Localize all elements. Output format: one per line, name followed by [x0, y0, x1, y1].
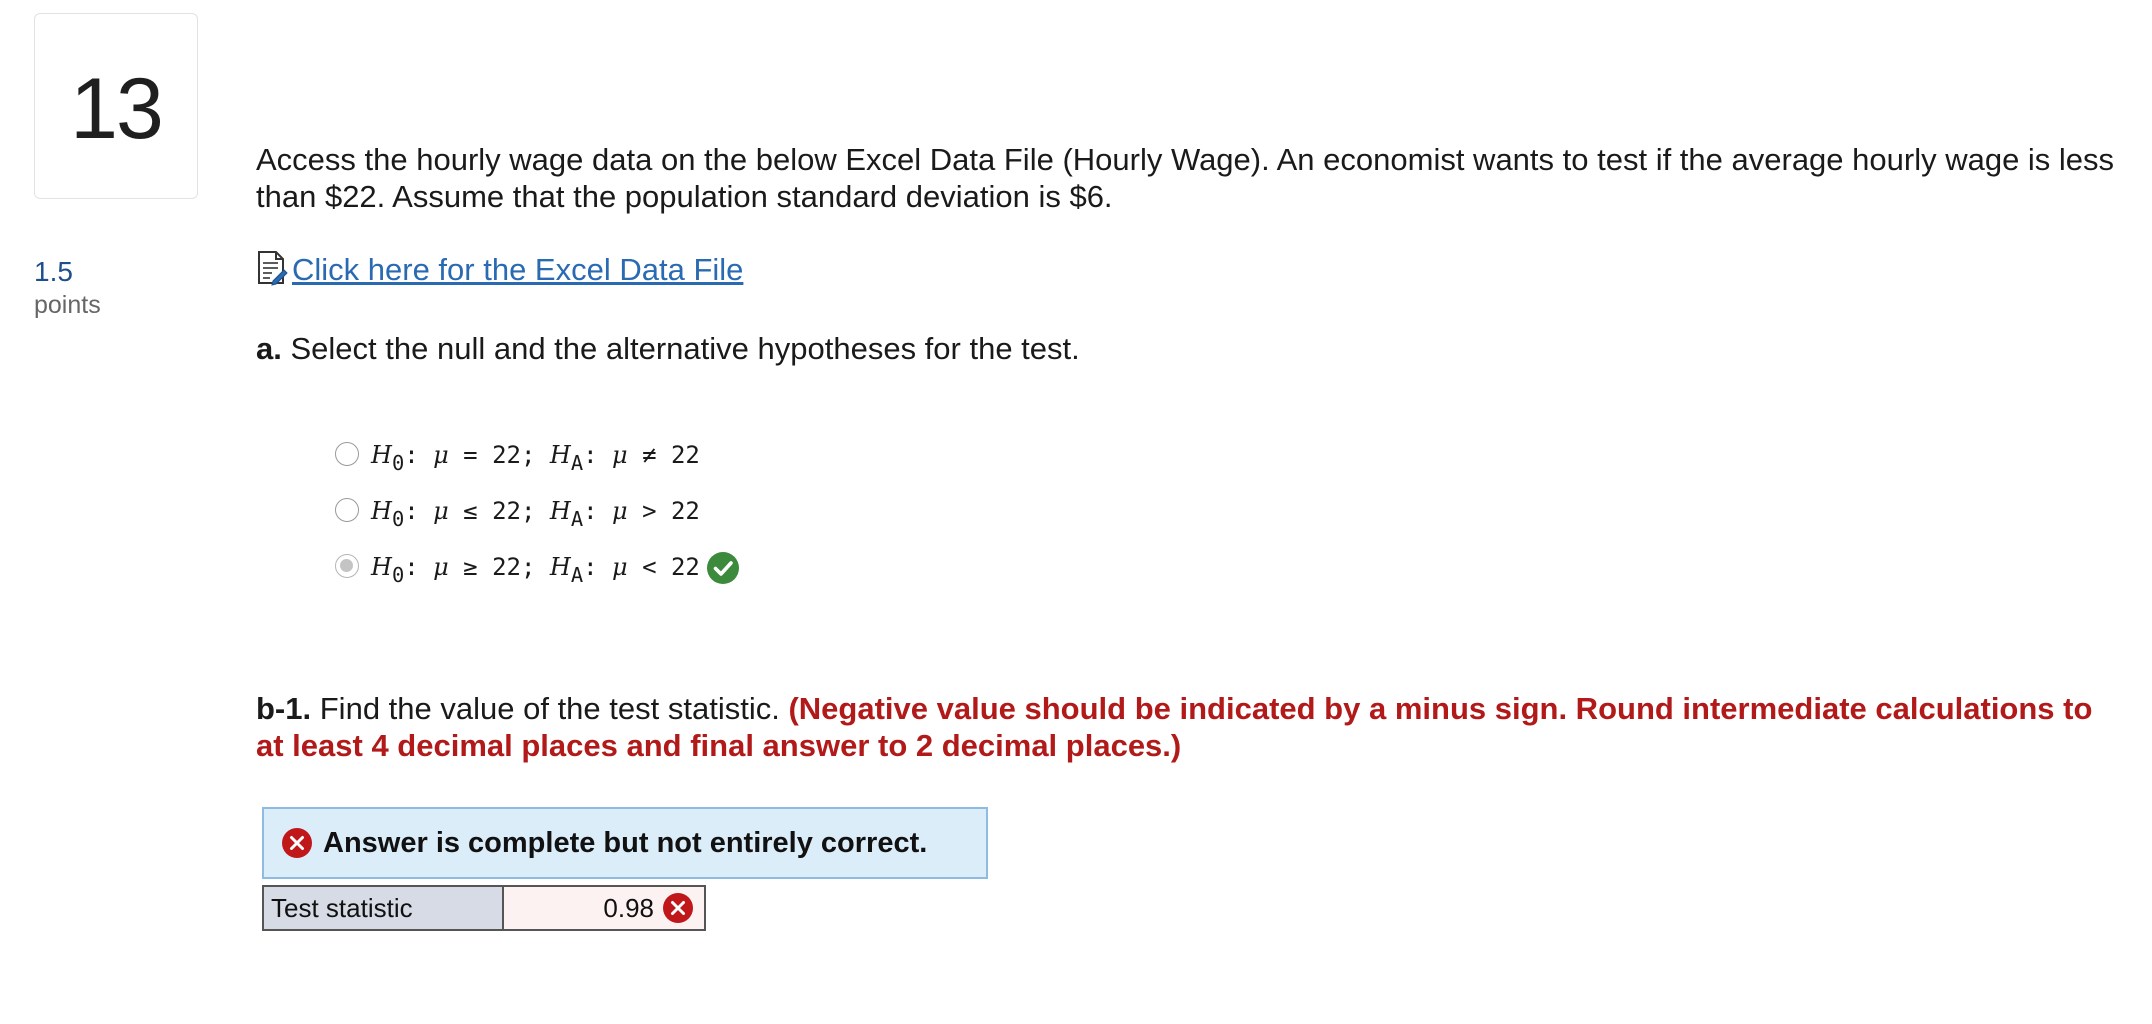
- points-value: 1.5: [34, 256, 73, 287]
- feedback-text: Answer is complete but not entirely corr…: [323, 826, 928, 859]
- check-circle-icon: [706, 552, 739, 584]
- test-statistic-value[interactable]: 0.98: [603, 893, 654, 924]
- part-a-label: a.: [256, 331, 282, 366]
- x-circle-icon: [282, 828, 312, 858]
- part-b1-label: b-1.: [256, 691, 312, 726]
- radio-button[interactable]: [335, 498, 359, 522]
- option-label: H0: μ ≤ 22; HA: μ > 22: [371, 496, 700, 532]
- x-circle-icon: [663, 893, 693, 923]
- part-a-text: Select the null and the alternative hypo…: [290, 331, 1080, 366]
- question-number-box: 13: [34, 13, 198, 199]
- radio-button[interactable]: [335, 442, 359, 466]
- option-label: H0: μ ≥ 22; HA: μ < 22: [371, 552, 700, 588]
- excel-link-row: Click here for the Excel Data File: [256, 250, 743, 288]
- question-number: 13: [70, 60, 164, 157]
- hypothesis-options: H0: μ = 22; HA: μ ≠ 22 H0: μ ≤ 22; HA: μ…: [335, 430, 740, 598]
- answer-table: Test statistic 0.98: [262, 885, 706, 931]
- part-a-instruction: a. Select the null and the alternative h…: [256, 330, 1080, 367]
- hypothesis-option-1[interactable]: H0: μ = 22; HA: μ ≠ 22: [335, 430, 740, 486]
- part-b1-instruction: b-1. Find the value of the test statisti…: [256, 690, 2126, 764]
- excel-data-file-link[interactable]: Click here for the Excel Data File: [292, 252, 743, 288]
- excel-file-icon[interactable]: [256, 250, 288, 286]
- part-b1-text: Find the value of the test statistic.: [319, 691, 780, 726]
- option-label: H0: μ = 22; HA: μ ≠ 22: [371, 440, 700, 476]
- question-prompt: Access the hourly wage data on the below…: [256, 142, 2115, 214]
- test-statistic-label: Test statistic: [262, 885, 504, 931]
- feedback-banner: Answer is complete but not entirely corr…: [262, 807, 988, 879]
- points-label: points: [34, 291, 101, 319]
- table-row: Test statistic 0.98: [262, 885, 706, 931]
- hypothesis-option-3[interactable]: H0: μ ≥ 22; HA: μ < 22: [335, 542, 740, 598]
- hypothesis-option-2[interactable]: H0: μ ≤ 22; HA: μ > 22: [335, 486, 740, 542]
- test-statistic-cell[interactable]: 0.98: [502, 885, 706, 931]
- radio-button-selected[interactable]: [335, 554, 359, 578]
